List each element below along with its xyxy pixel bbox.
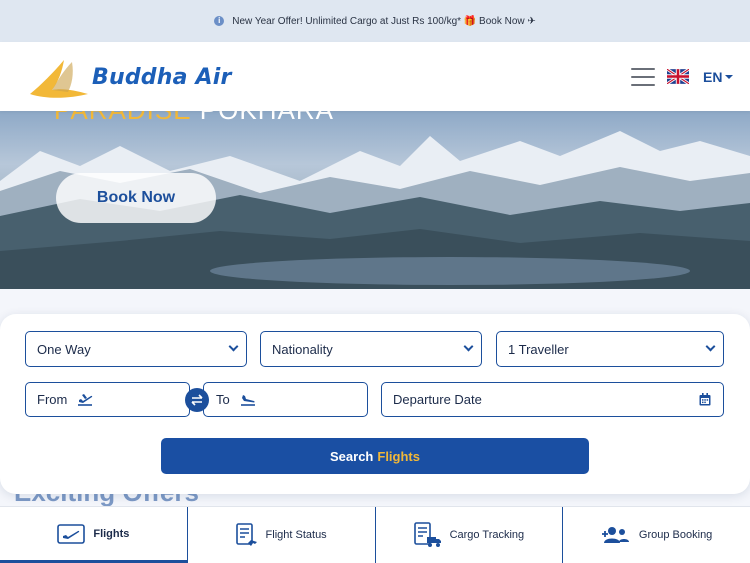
trip-type-select[interactable]: One Way <box>25 331 247 367</box>
traveller-select[interactable]: 1 Traveller <box>496 331 724 367</box>
landing-icon <box>240 394 255 406</box>
uk-flag-icon[interactable] <box>667 69 689 84</box>
info-icon: i <box>214 16 225 26</box>
logo-text: Buddha Air <box>92 64 232 90</box>
nav-label: Flights <box>93 527 130 540</box>
nav-flights[interactable]: Flights <box>0 507 188 563</box>
plane-ticket-icon <box>57 523 86 544</box>
nav-cargo-tracking[interactable]: Cargo Tracking <box>376 507 564 563</box>
swap-icon <box>191 394 203 406</box>
takeoff-icon <box>78 393 93 406</box>
search-button-prefix: Search <box>330 448 374 464</box>
search-flights-button[interactable]: Search Flights <box>161 438 589 474</box>
hero-title-main: POKHARA <box>200 111 334 125</box>
bottom-navigation: Flights Flight Status Cargo Tracking Gro… <box>0 506 750 563</box>
nationality-select[interactable]: Nationality <box>260 331 482 367</box>
departure-date-label: Departure Date <box>393 392 482 407</box>
traveller-value: 1 Traveller <box>508 341 569 357</box>
search-button-accent: Flights <box>377 448 420 464</box>
swap-airports-button[interactable] <box>185 388 209 412</box>
announcement-text[interactable]: New Year Offer! Unlimited Cargo at Just … <box>232 16 536 27</box>
nav-group-booking[interactable]: Group Booking <box>563 507 750 563</box>
menu-line <box>631 76 655 78</box>
hero-banner: PARADISE POKHARA Book Now <box>0 111 750 289</box>
announcement-bar[interactable]: i New Year Offer! Unlimited Cargo at Jus… <box>0 0 750 42</box>
nav-label: Group Booking <box>638 529 713 541</box>
departure-date-input[interactable]: Departure Date <box>381 382 724 417</box>
menu-toggle-button[interactable] <box>631 68 655 86</box>
nav-flight-status[interactable]: Flight Status <box>188 507 376 563</box>
nav-label: Flight Status <box>265 529 327 541</box>
logo-bird-icon <box>30 60 88 98</box>
menu-line <box>631 68 655 70</box>
hero-title: PARADISE POKHARA <box>54 111 334 126</box>
to-label: To <box>216 392 230 407</box>
from-airport-input[interactable]: From <box>25 382 190 417</box>
chevron-down-icon <box>463 341 474 352</box>
chevron-down-icon <box>705 341 716 352</box>
calendar-icon <box>699 393 711 406</box>
menu-line <box>631 84 655 86</box>
site-header: Buddha Air EN <box>0 42 750 111</box>
group-booking-icon <box>601 527 629 543</box>
hero-title-accent: PARADISE <box>54 111 192 125</box>
flight-status-icon <box>235 523 257 546</box>
buddha-air-logo[interactable]: Buddha Air <box>28 54 232 100</box>
nationality-value: Nationality <box>272 341 333 357</box>
chevron-down-icon <box>228 341 239 352</box>
from-label: From <box>37 392 68 407</box>
language-selector[interactable]: EN <box>703 69 733 85</box>
nav-label: Cargo Tracking <box>449 529 525 541</box>
trip-type-value: One Way <box>37 341 91 357</box>
book-now-button[interactable]: Book Now <box>56 173 216 223</box>
to-airport-input[interactable]: To <box>203 382 368 417</box>
cargo-tracking-icon <box>413 522 441 547</box>
